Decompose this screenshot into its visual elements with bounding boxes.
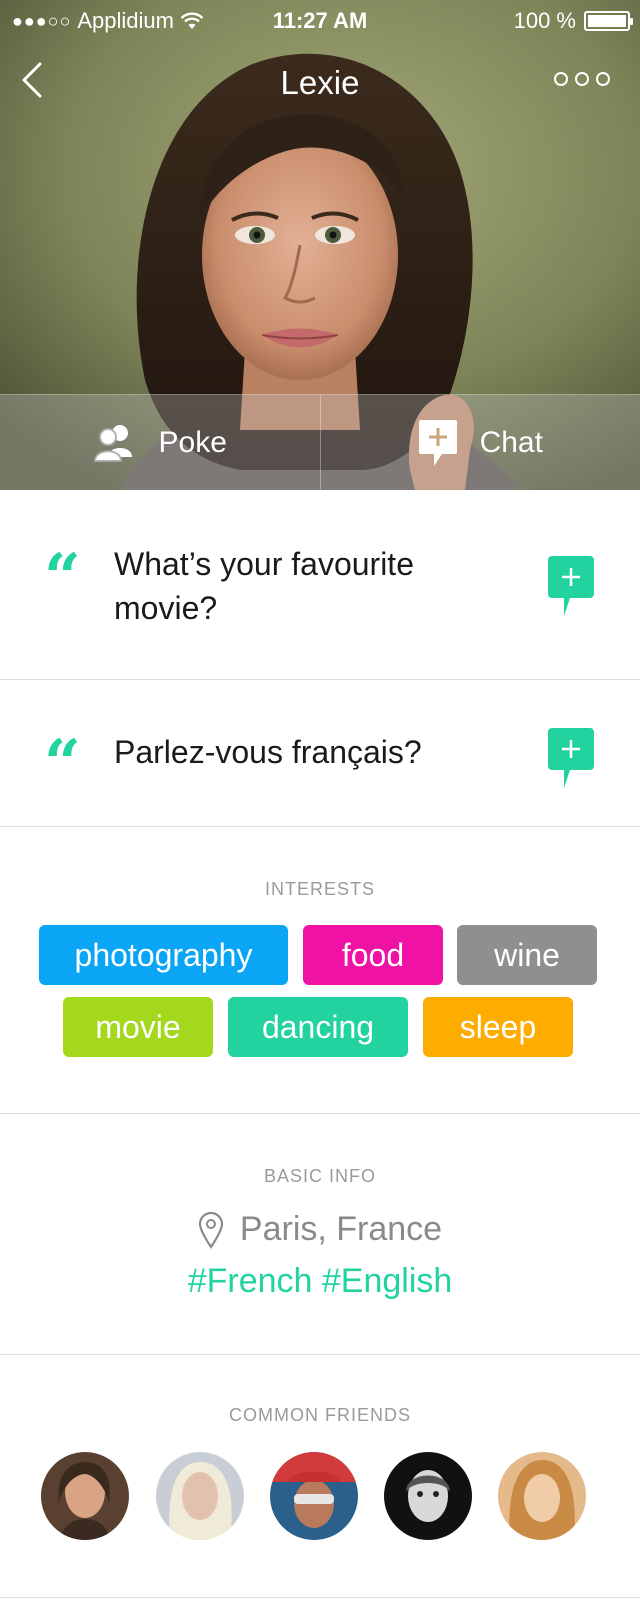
more-options-icon[interactable] <box>554 72 610 86</box>
battery-percent: 100 % <box>513 8 576 33</box>
add-answer-icon[interactable] <box>548 556 594 620</box>
interest-tag[interactable]: sleep <box>423 997 573 1057</box>
interest-tag[interactable]: dancing <box>228 997 408 1057</box>
poke-button[interactable]: Poke <box>0 395 320 490</box>
question-card: “ What’s your favourite movie? <box>0 490 640 680</box>
people-icon <box>93 424 132 462</box>
quote-icon: “ <box>44 540 81 615</box>
profile-hero: ●●●○○ Applidium 11:27 AM 100 % Lexie Pok… <box>0 0 640 490</box>
add-answer-icon[interactable] <box>548 728 594 792</box>
question-card: “ Parlez-vous français? <box>0 680 640 827</box>
friend-avatar[interactable] <box>384 1452 472 1540</box>
interests-section: INTERESTS photography food wine movie da… <box>0 827 640 1114</box>
question-text: Parlez-vous français? <box>114 734 422 770</box>
chat-button[interactable]: Chat <box>321 395 640 490</box>
interest-tag[interactable]: photography <box>39 925 288 985</box>
profile-name-title: Lexie <box>280 64 360 101</box>
battery-level <box>588 15 626 27</box>
interest-tag[interactable]: movie <box>63 997 213 1057</box>
interests-heading: INTERESTS <box>264 879 375 899</box>
location-row: Paris, France <box>0 1210 640 1249</box>
question-text: What’s your favourite movie? <box>114 546 414 626</box>
friends-row <box>0 1452 640 1542</box>
friend-avatar[interactable] <box>156 1452 244 1540</box>
profile-action-bar: Poke Chat <box>0 394 640 490</box>
chat-plus-icon <box>418 419 457 466</box>
interest-tag[interactable]: food <box>303 925 443 985</box>
basic-info-heading: BASIC INFO <box>263 1166 376 1186</box>
common-friends-heading: COMMON FRIENDS <box>229 1405 411 1425</box>
friend-avatar[interactable] <box>498 1452 586 1540</box>
poke-label: Poke <box>158 425 227 459</box>
location-text: Paris, France <box>239 1210 443 1248</box>
location-pin-icon <box>198 1211 224 1249</box>
status-bar: ●●●○○ Applidium 11:27 AM 100 % <box>0 0 640 40</box>
friend-avatar[interactable] <box>41 1452 129 1540</box>
interest-tag[interactable]: wine <box>457 925 597 985</box>
quote-icon: “ <box>44 726 81 801</box>
status-battery-group: 100 % <box>513 8 633 34</box>
battery-icon <box>584 11 633 31</box>
chat-label: Chat <box>479 425 543 459</box>
friend-avatar[interactable] <box>270 1452 358 1540</box>
language-tags[interactable]: #French #English <box>0 1262 640 1301</box>
